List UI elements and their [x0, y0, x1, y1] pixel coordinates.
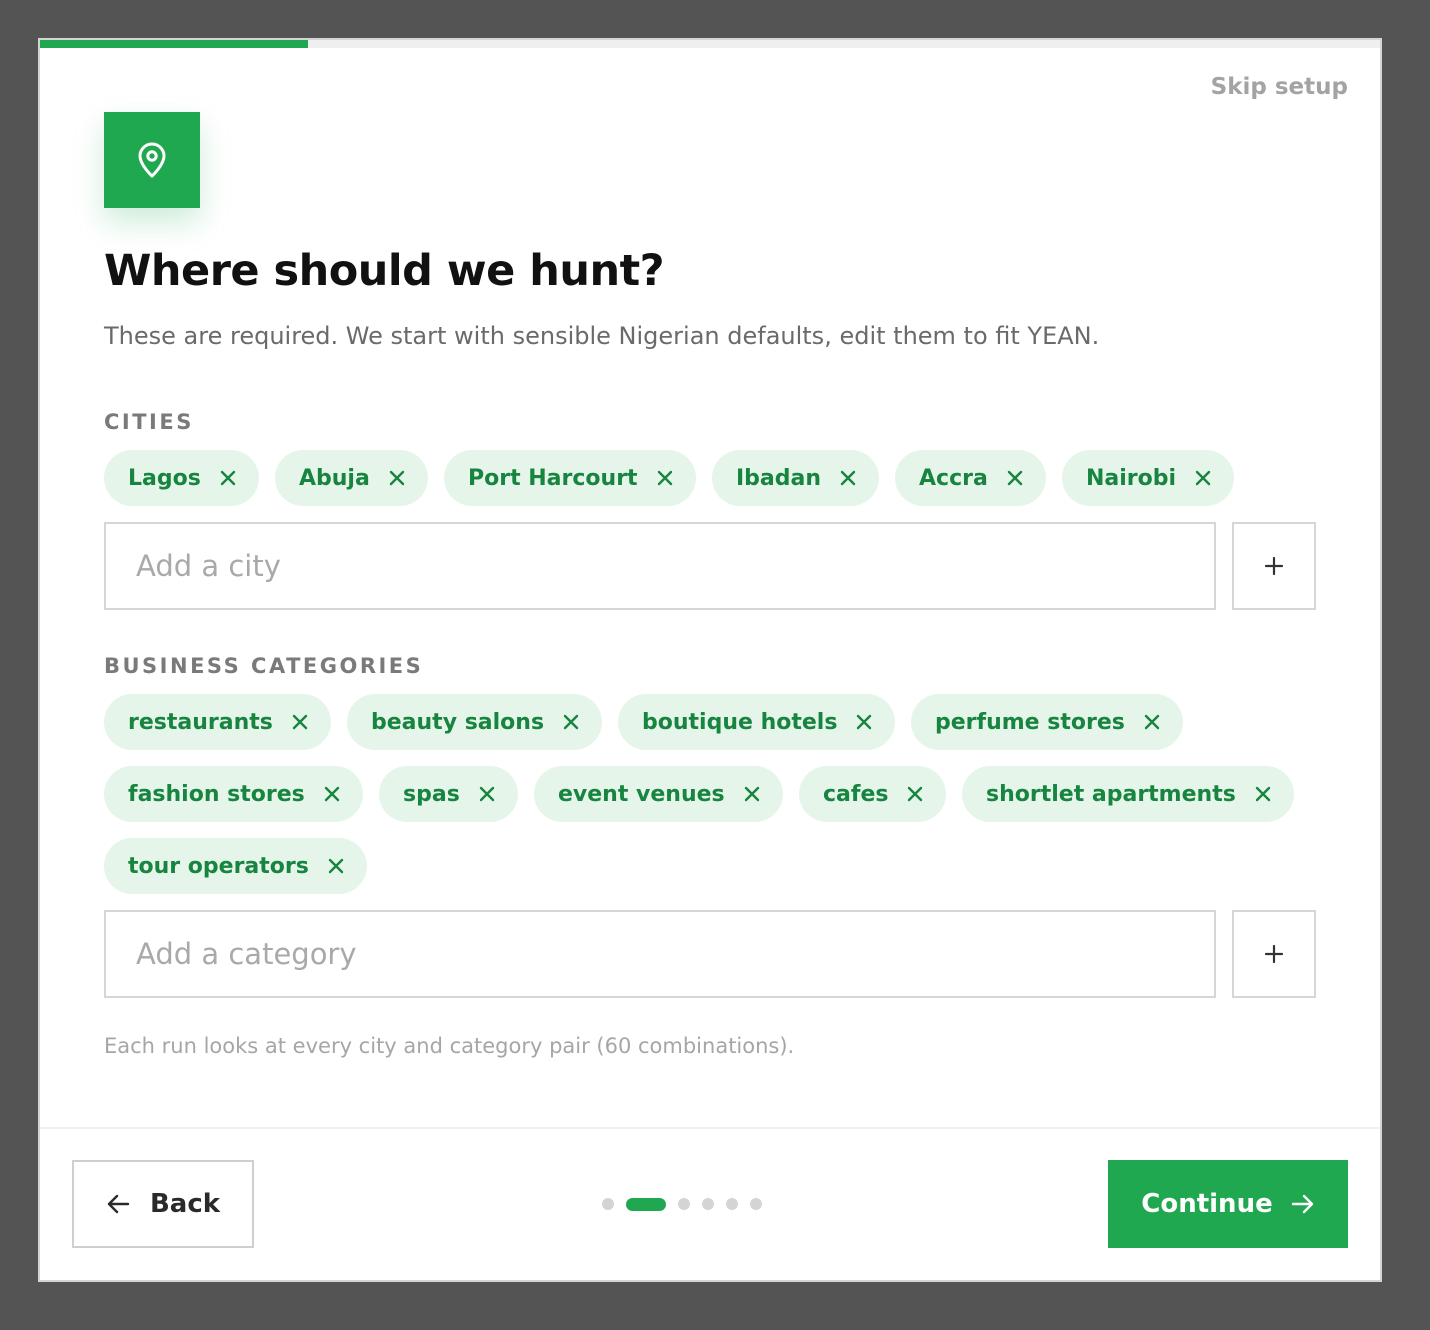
step-indicator: [602, 1197, 774, 1211]
footer-divider: [40, 1127, 1380, 1129]
tag-chip-label: event venues: [558, 781, 725, 807]
tag-chip: Abuja: [275, 450, 428, 506]
page-title: Where should we hunt?: [104, 246, 665, 296]
remove-tag-button[interactable]: [323, 785, 341, 803]
tag-chip: Accra: [895, 450, 1046, 506]
tag-chip-label: boutique hotels: [642, 709, 838, 735]
categories-section-label: BUSINESS CATEGORIES: [104, 654, 424, 678]
tag-chip: Port Harcourt: [444, 450, 696, 506]
tag-chip: restaurants: [104, 694, 331, 750]
tag-chip-label: shortlet apartments: [986, 781, 1236, 807]
tag-chip: shortlet apartments: [962, 766, 1294, 822]
close-icon: [1144, 714, 1160, 730]
hero-badge: [104, 112, 200, 208]
remove-tag-button[interactable]: [1194, 469, 1212, 487]
step-dot: [678, 1198, 690, 1210]
back-button[interactable]: Back: [72, 1160, 254, 1248]
tag-chip-label: Port Harcourt: [468, 465, 638, 491]
close-icon: [857, 714, 872, 730]
step-dot: [626, 1197, 666, 1211]
remove-tag-button[interactable]: [855, 713, 873, 731]
step-dot: [750, 1198, 762, 1210]
tag-chip-label: cafes: [823, 781, 889, 807]
remove-tag-button[interactable]: [1143, 713, 1161, 731]
plus-icon: [1264, 944, 1284, 964]
progress-bar: [40, 40, 1380, 48]
tag-chip-label: Lagos: [128, 465, 201, 491]
category-input-wrapper: [104, 910, 1216, 998]
remove-tag-button[interactable]: [291, 713, 309, 731]
remove-tag-button[interactable]: [562, 713, 580, 731]
remove-tag-button[interactable]: [743, 785, 761, 803]
tag-chip: event venues: [534, 766, 783, 822]
city-input[interactable]: [106, 524, 1214, 608]
add-city-button[interactable]: [1232, 522, 1316, 610]
tag-chip: Lagos: [104, 450, 259, 506]
close-icon: [292, 714, 308, 730]
page-subtitle: These are required. We start with sensib…: [104, 322, 1100, 350]
arrow-right-icon: [1291, 1194, 1313, 1214]
close-icon: [324, 786, 339, 802]
close-icon: [1255, 786, 1271, 802]
tag-chip: cafes: [799, 766, 947, 822]
arrow-left-icon: [107, 1194, 130, 1214]
tag-chip-label: fashion stores: [128, 781, 305, 807]
tag-chip-label: Ibadan: [736, 465, 822, 491]
combinations-hint: Each run looks at every city and categor…: [104, 1034, 795, 1058]
skip-setup-link[interactable]: Skip setup: [1211, 74, 1348, 100]
tag-chip-label: Abuja: [299, 465, 370, 491]
close-icon: [328, 858, 344, 874]
plus-icon: [1264, 556, 1284, 576]
close-icon: [389, 470, 405, 486]
remove-tag-button[interactable]: [1006, 469, 1024, 487]
step-dot: [702, 1198, 714, 1210]
tag-chip-label: Accra: [919, 465, 988, 491]
tag-chip: fashion stores: [104, 766, 363, 822]
close-icon: [1195, 470, 1211, 486]
tag-chip: Nairobi: [1062, 450, 1235, 506]
tag-chip-label: Nairobi: [1086, 465, 1177, 491]
continue-button-label: Continue: [1141, 1189, 1273, 1219]
cities-section-label: CITIES: [104, 410, 194, 434]
add-category-button[interactable]: [1232, 910, 1316, 998]
remove-tag-button[interactable]: [839, 469, 857, 487]
remove-tag-button[interactable]: [478, 785, 496, 803]
tag-chip: Ibadan: [712, 450, 880, 506]
close-icon: [220, 470, 236, 486]
close-icon: [657, 470, 672, 486]
tag-chip: boutique hotels: [618, 694, 896, 750]
tag-chip: tour operators: [104, 838, 367, 894]
tag-chip-label: restaurants: [128, 709, 273, 735]
remove-tag-button[interactable]: [219, 469, 237, 487]
tag-chip-label: spas: [403, 781, 460, 807]
remove-tag-button[interactable]: [388, 469, 406, 487]
map-pin-icon: [138, 142, 166, 178]
setup-modal: Skip setup Where should we hunt? These a…: [38, 38, 1382, 1282]
city-input-wrapper: [104, 522, 1216, 610]
close-icon: [908, 786, 923, 802]
close-icon: [1007, 470, 1023, 486]
remove-tag-button[interactable]: [327, 857, 345, 875]
remove-tag-button[interactable]: [656, 469, 674, 487]
back-button-label: Back: [149, 1189, 221, 1219]
step-dot: [726, 1198, 738, 1210]
close-icon: [840, 470, 856, 486]
tag-chip-label: tour operators: [128, 853, 309, 879]
tag-chip-label: beauty salons: [371, 709, 545, 735]
tag-chip: beauty salons: [347, 694, 603, 750]
category-input[interactable]: [106, 912, 1214, 996]
progress-bar-fill: [40, 40, 308, 48]
close-icon: [563, 714, 579, 730]
tag-chip: perfume stores: [911, 694, 1183, 750]
tag-chip-label: perfume stores: [935, 709, 1125, 735]
tag-chip: spas: [379, 766, 518, 822]
close-icon: [479, 786, 494, 802]
step-dot: [602, 1198, 614, 1210]
continue-button[interactable]: Continue: [1108, 1160, 1348, 1248]
remove-tag-button[interactable]: [1254, 785, 1272, 803]
remove-tag-button[interactable]: [906, 785, 924, 803]
close-icon: [744, 786, 759, 802]
